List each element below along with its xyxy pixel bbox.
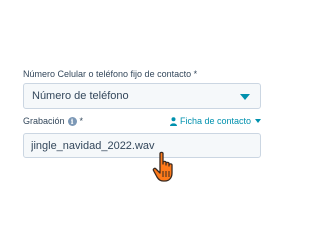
- person-icon: [170, 117, 177, 126]
- caret-down-icon: [240, 94, 250, 100]
- recording-file-input[interactable]: [31, 140, 260, 152]
- required-marker: *: [80, 116, 84, 126]
- contact-record-dropdown-link[interactable]: Ficha de contacto: [170, 116, 261, 126]
- recording-file-field[interactable]: [23, 133, 261, 158]
- phone-type-select-value: Número de teléfono: [32, 90, 129, 102]
- recording-field-label: Grabación i *: [23, 116, 83, 126]
- phone-type-select[interactable]: Número de teléfono: [23, 83, 261, 109]
- recording-label-row: Grabación i * Ficha de contacto: [23, 116, 261, 128]
- contact-link-label: Ficha de contacto: [180, 116, 251, 126]
- chevron-down-icon: [255, 119, 261, 123]
- pointer-hand-icon: [152, 151, 178, 183]
- phone-field-label: Número Celular o teléfono fijo de contac…: [23, 69, 197, 79]
- recording-label-text: Grabación: [23, 116, 65, 126]
- info-icon[interactable]: i: [68, 117, 77, 126]
